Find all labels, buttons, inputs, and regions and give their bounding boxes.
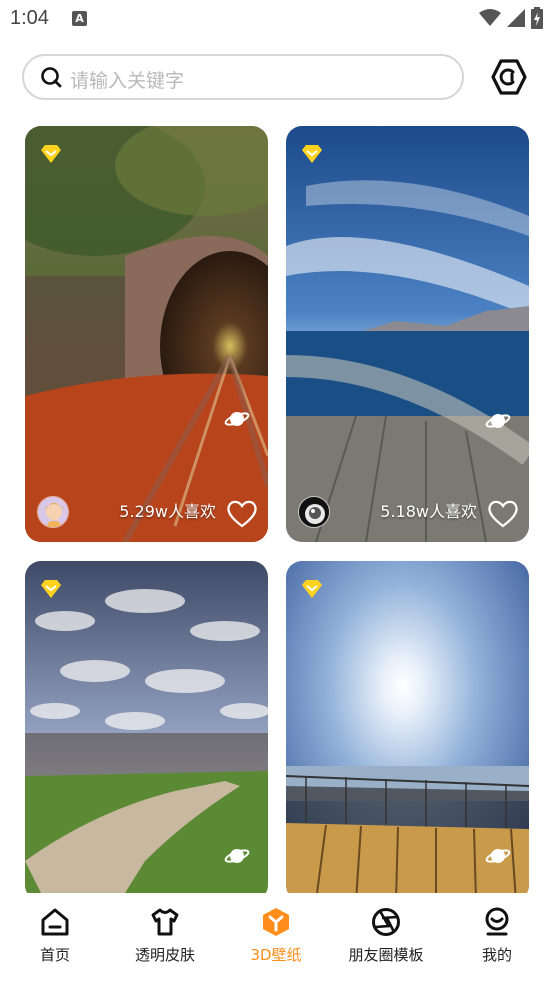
nav-label: 3D壁纸 — [250, 946, 302, 964]
battery-icon — [531, 7, 543, 29]
tshirt-icon — [151, 908, 179, 936]
nav-transparent-skin[interactable]: 透明皮肤 — [110, 893, 220, 983]
nav-label: 我的 — [481, 946, 512, 964]
planet-icon — [224, 849, 250, 863]
heart-icon[interactable] — [226, 499, 258, 529]
vip-diamond-icon — [41, 145, 61, 163]
likes-count: 5.18w人喜欢 — [380, 502, 477, 521]
planet-icon — [224, 412, 250, 426]
wallpaper-card-tunnel[interactable]: 5.29w人喜欢 — [25, 126, 268, 542]
heart-icon[interactable] — [487, 499, 519, 529]
hexagon-settings-icon[interactable] — [489, 57, 529, 97]
notification-icon: A — [72, 11, 87, 26]
status-bar: 1:04 A — [0, 0, 553, 36]
nav-home[interactable]: 首页 — [0, 893, 110, 983]
status-time: 1:04 — [10, 7, 49, 29]
wallpaper-thumbnail — [25, 126, 268, 542]
astronaut-avatar[interactable] — [298, 496, 330, 528]
home-icon — [41, 908, 69, 936]
wifi-icon — [479, 9, 501, 26]
nav-label: 透明皮肤 — [134, 946, 195, 964]
search-icon — [41, 67, 62, 88]
vip-diamond-icon — [302, 145, 322, 163]
planet-icon — [485, 414, 511, 428]
status-icons — [479, 7, 543, 29]
3d-wallpaper-icon — [263, 908, 289, 936]
nav-label: 朋友圈模板 — [348, 946, 424, 964]
nav-moments-template[interactable]: 朋友圈模板 — [331, 893, 441, 983]
wallpaper-card-park[interactable] — [25, 561, 268, 901]
nav-profile[interactable]: 我的 — [442, 893, 552, 983]
signal-icon — [507, 9, 525, 27]
shutter-icon — [372, 908, 400, 936]
bottom-nav: 首页 透明皮肤 3D壁纸 朋友圈模板 我的 — [0, 893, 553, 983]
search-input[interactable]: 请输入关键字 — [22, 54, 464, 100]
vip-diamond-icon — [41, 580, 61, 598]
search-placeholder: 请输入关键字 — [70, 70, 185, 92]
wallpaper-card-lake[interactable]: 5.18w人喜欢 — [286, 126, 529, 542]
nav-label: 首页 — [39, 946, 70, 964]
vip-diamond-icon — [302, 580, 322, 598]
likes-count: 5.29w人喜欢 — [119, 502, 216, 521]
wallpaper-card-sun-pier[interactable] — [286, 561, 529, 901]
cartoon-girl-avatar[interactable] — [37, 496, 69, 528]
planet-icon — [485, 849, 511, 863]
wallpaper-thumbnail — [286, 126, 529, 542]
nav-3d-wallpaper[interactable]: 3D壁纸 — [221, 893, 331, 983]
profile-icon — [485, 907, 509, 936]
